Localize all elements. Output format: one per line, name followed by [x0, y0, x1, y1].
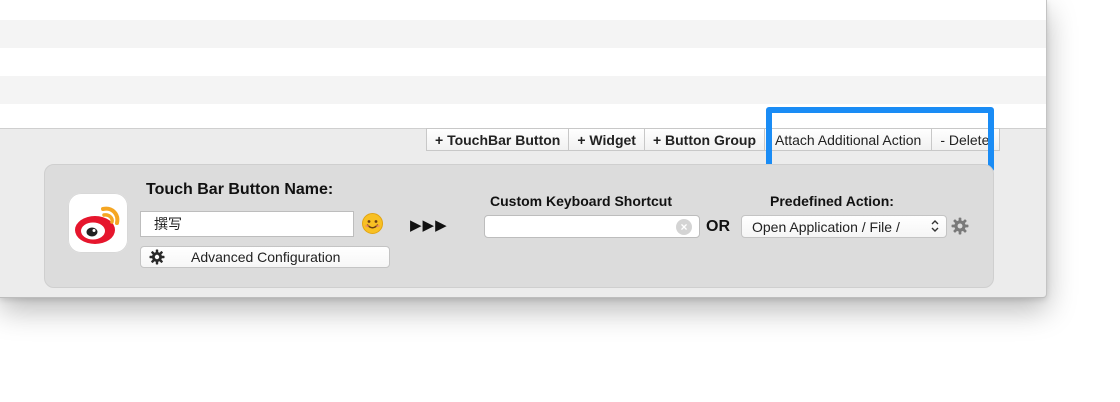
- add-button-group-button[interactable]: + Button Group: [644, 128, 765, 151]
- list-row[interactable]: [0, 104, 1046, 128]
- attach-additional-action-button[interactable]: Attach Additional Action: [765, 128, 933, 151]
- predefined-action-select[interactable]: Open Application / File /: [741, 215, 947, 238]
- delete-button[interactable]: - Delete: [932, 128, 1001, 151]
- add-widget-button[interactable]: + Widget: [569, 128, 645, 151]
- advanced-configuration-button[interactable]: Advanced Configuration: [140, 246, 390, 268]
- clear-shortcut-icon[interactable]: ×: [676, 219, 692, 235]
- weibo-app-icon[interactable]: [68, 193, 128, 253]
- weibo-logo-icon: [75, 206, 120, 244]
- smiley-emoji-icon[interactable]: [362, 213, 383, 234]
- list-row[interactable]: [0, 48, 1046, 76]
- button-name-input[interactable]: [140, 211, 354, 237]
- touchbar-items-list[interactable]: [0, 0, 1046, 129]
- add-touchbar-button[interactable]: + TouchBar Button: [426, 128, 570, 151]
- custom-shortcut-label: Custom Keyboard Shortcut: [490, 193, 673, 209]
- list-action-buttons: + TouchBar Button + Widget + Button Grou…: [426, 128, 1001, 152]
- updown-chevron-icon: [931, 220, 939, 232]
- or-label: OR: [706, 218, 730, 235]
- list-row[interactable]: [0, 76, 1046, 104]
- arrow-indicator: ▶▶▶: [410, 217, 448, 234]
- predefined-action-label: Predefined Action:: [770, 193, 894, 209]
- gear-icon: [149, 249, 165, 265]
- button-name-label: Touch Bar Button Name:: [146, 181, 334, 198]
- action-settings-gear-icon[interactable]: [951, 217, 969, 235]
- list-row[interactable]: [0, 20, 1046, 48]
- keyboard-shortcut-input[interactable]: [484, 215, 700, 238]
- predefined-action-value: Open Application / File /: [752, 219, 900, 235]
- advanced-configuration-label: Advanced Configuration: [191, 249, 341, 265]
